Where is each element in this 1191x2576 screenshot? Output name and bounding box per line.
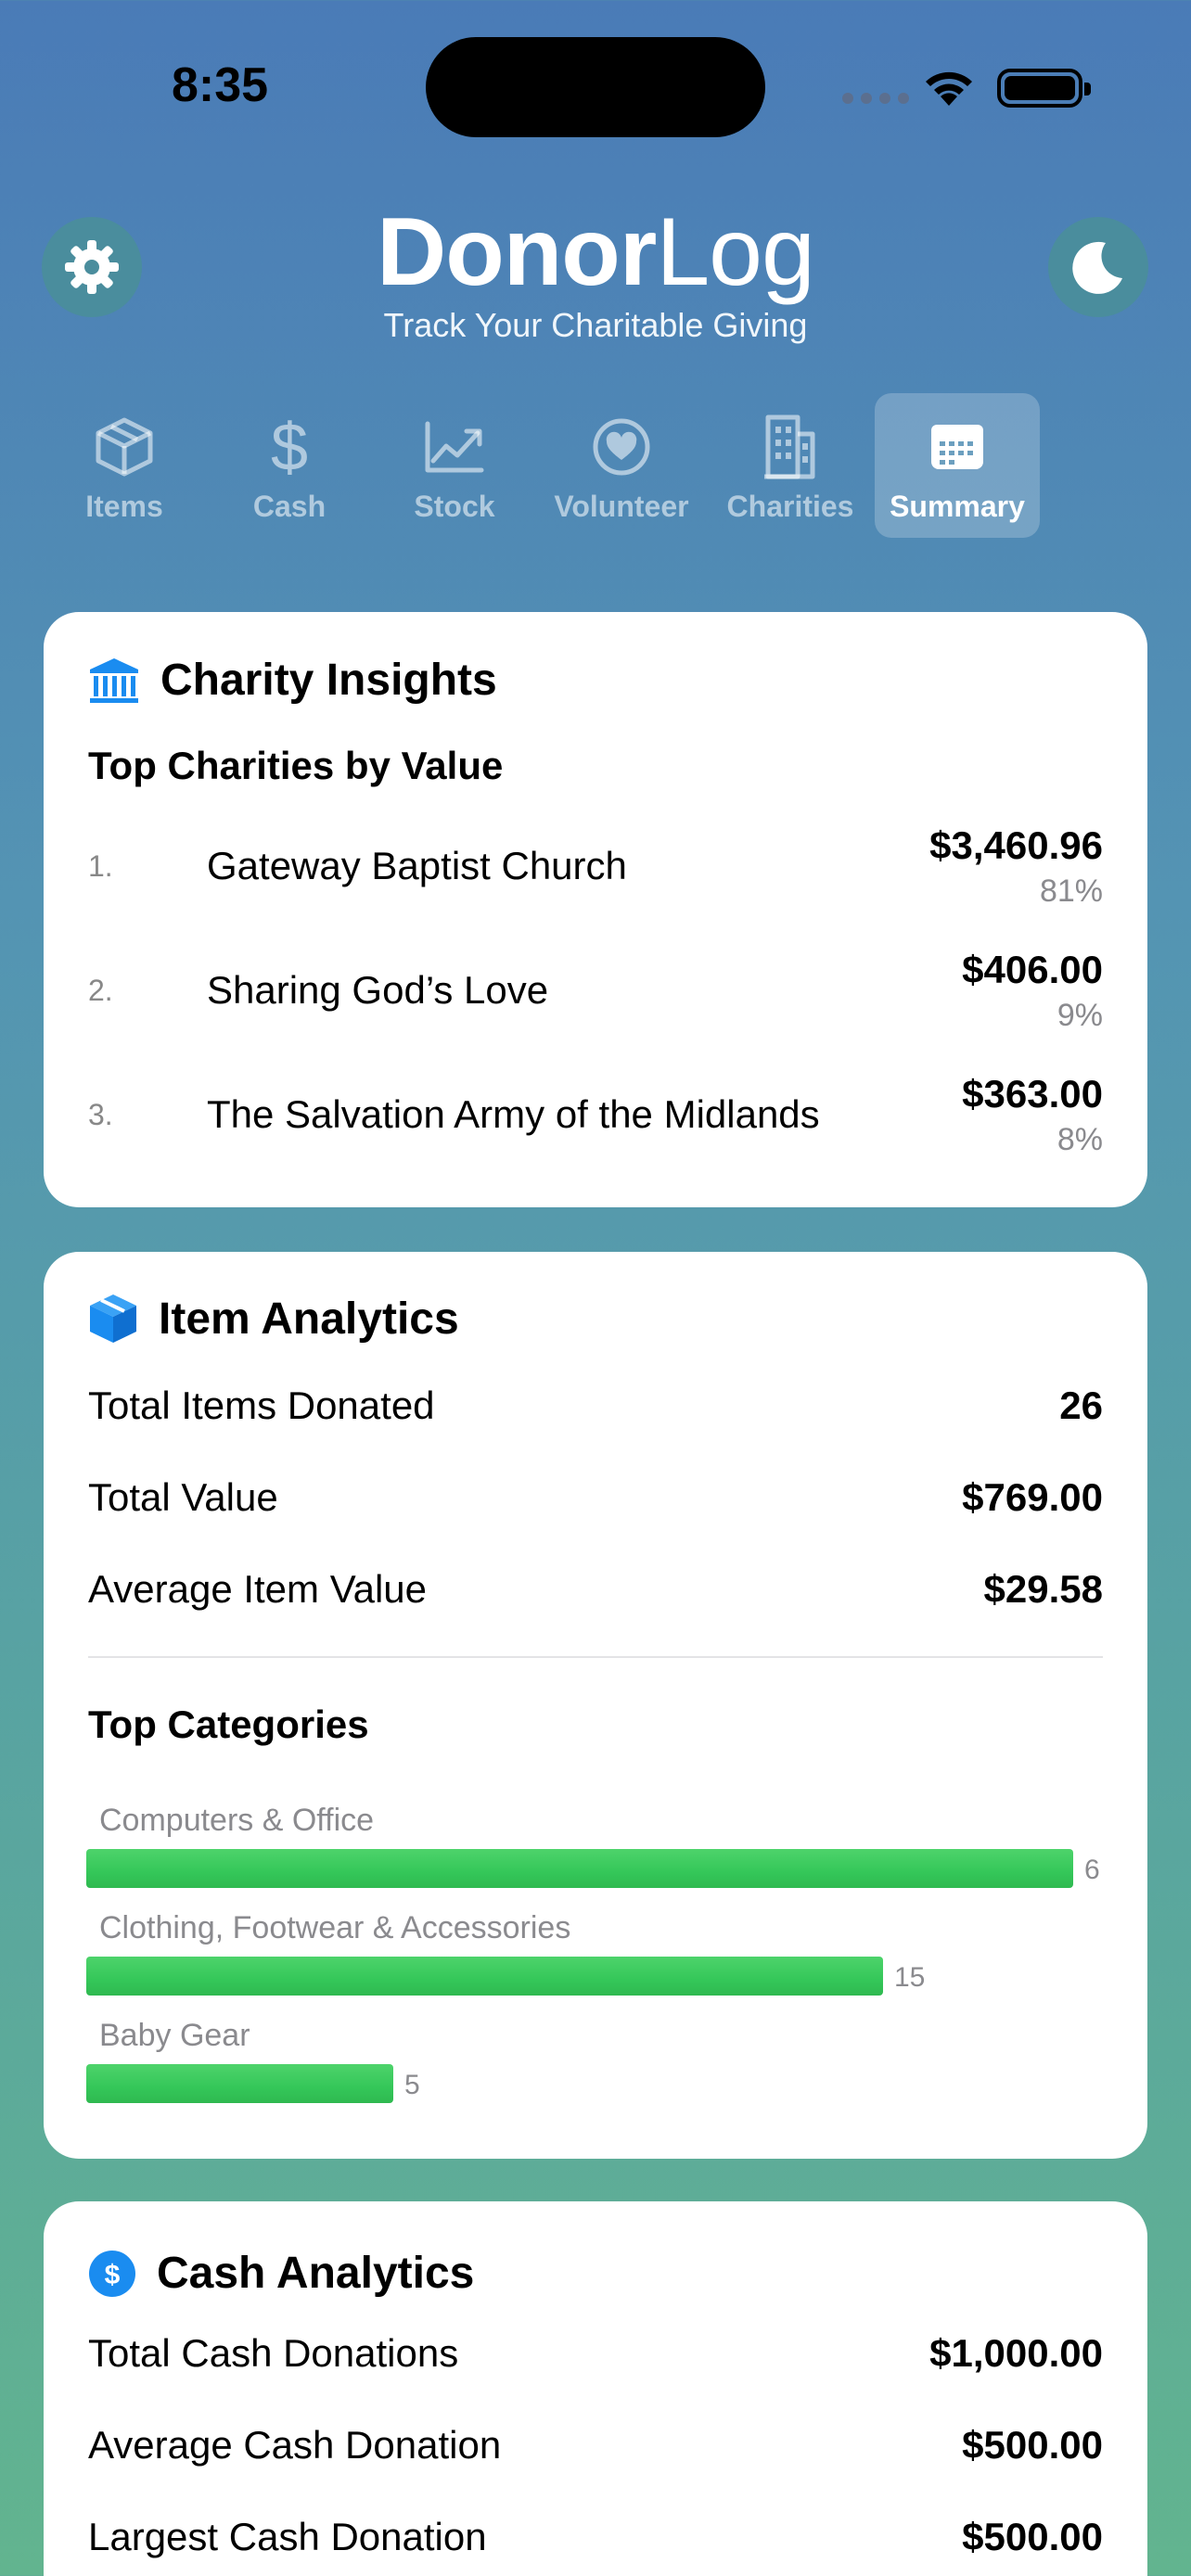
charity-row[interactable]: 3. The Salvation Army of the Midlands $3…	[88, 1072, 1103, 1174]
category-bar	[86, 2064, 393, 2103]
stat-value: $29.58	[983, 1567, 1103, 1611]
svg-text:$: $	[271, 414, 308, 479]
app-subtitle: Track Your Charitable Giving	[383, 306, 808, 344]
card-title: Cash Analytics	[157, 2249, 475, 2298]
category-count: 6	[1084, 1855, 1100, 1885]
stat-row: Total Items Donated 26	[88, 1384, 1103, 1439]
calendar-icon	[931, 425, 983, 469]
category-label: Computers & Office	[99, 1803, 375, 1838]
dollar-icon: $	[271, 414, 308, 479]
charity-percent: 81%	[1039, 874, 1103, 909]
category-count: 15	[894, 1962, 926, 1993]
stat-label: Average Cash Donation	[88, 2423, 502, 2467]
app-title: DonorLog	[377, 198, 815, 306]
charity-percent: 8%	[1057, 1122, 1103, 1157]
stat-label: Total Cash Donations	[88, 2331, 459, 2375]
stat-label: Average Item Value	[88, 1567, 427, 1611]
card-title: Charity Insights	[160, 656, 497, 705]
tab-volunteer[interactable]: Volunteer	[539, 393, 704, 538]
cellular-signal-icon	[842, 93, 909, 104]
card-header: Item Analytics	[88, 1293, 459, 1345]
stat-row: Average Item Value $29.58	[88, 1567, 1103, 1623]
category-count: 5	[404, 2070, 420, 2100]
tab-items[interactable]: Items	[42, 393, 207, 538]
stat-row: Total Cash Donations $1,000.00	[88, 2331, 1103, 2387]
item-analytics-card: Item Analytics Total Items Donated 26 To…	[44, 1252, 1147, 2159]
dollar-circle-icon: $	[89, 2250, 135, 2297]
stat-value: $1,000.00	[929, 2331, 1103, 2375]
stat-row: Total Value $769.00	[88, 1475, 1103, 1531]
charity-name: Sharing God’s Love	[207, 968, 549, 1012]
charity-row[interactable]: 2. Sharing God’s Love $406.00 9%	[88, 948, 1103, 1050]
stat-label: Largest Cash Donation	[88, 2515, 487, 2558]
category-bar	[86, 1957, 883, 1996]
tab-summary[interactable]: Summary	[875, 393, 1040, 538]
stat-row: Largest Cash Donation $500.00	[88, 2515, 1103, 2570]
stat-value: $500.00	[962, 2423, 1103, 2467]
stat-value: $769.00	[962, 1475, 1103, 1519]
charity-percent: 9%	[1057, 998, 1103, 1033]
charity-name: Gateway Baptist Church	[207, 844, 627, 887]
section-title: Top Charities by Value	[88, 744, 504, 787]
dynamic-island	[426, 37, 765, 137]
building-icon	[764, 414, 815, 479]
box-icon	[96, 417, 153, 477]
category-label: Baby Gear	[99, 2018, 250, 2053]
heart-icon	[593, 418, 650, 476]
stat-label: Total Value	[88, 1475, 278, 1519]
tab-bar: Items $ Cash Stock Volunteer Charities S…	[0, 393, 1191, 538]
charity-name: The Salvation Army of the Midlands	[207, 1092, 820, 1136]
charity-amount: $406.00	[962, 948, 1103, 991]
bank-icon	[90, 657, 138, 703]
status-time: 8:35	[172, 58, 269, 112]
stat-value: $500.00	[962, 2515, 1103, 2558]
charity-insights-card: Charity Insights Top Charities by Value …	[44, 612, 1147, 1207]
tab-stock[interactable]: Stock	[372, 393, 537, 538]
cash-analytics-card: $ Cash Analytics Total Cash Donations $1…	[44, 2201, 1147, 2576]
card-header: $ Cash Analytics	[88, 2248, 474, 2299]
status-bar: 8:35	[0, 0, 1191, 176]
chart-line-icon	[425, 421, 484, 473]
section-title: Top Categories	[88, 1702, 369, 1746]
stat-value: 26	[1059, 1384, 1103, 1427]
card-header: Charity Insights	[88, 655, 497, 706]
charity-amount: $363.00	[962, 1072, 1103, 1116]
svg-text:$: $	[105, 2260, 121, 2290]
cube-icon	[90, 1294, 136, 1343]
app-header: DonorLog Track Your Charitable Giving	[0, 197, 1191, 345]
category-label: Clothing, Footwear & Accessories	[99, 1910, 571, 1945]
stat-row: Average Cash Donation $500.00	[88, 2423, 1103, 2479]
card-title: Item Analytics	[159, 1294, 459, 1344]
charity-row[interactable]: 1. Gateway Baptist Church $3,460.96 81%	[88, 823, 1103, 925]
wifi-icon	[926, 71, 972, 106]
tab-cash[interactable]: $ Cash	[207, 393, 372, 538]
tab-charities[interactable]: Charities	[708, 393, 873, 538]
battery-icon	[997, 69, 1091, 108]
stat-label: Total Items Donated	[88, 1384, 435, 1427]
charity-amount: $3,460.96	[929, 823, 1103, 867]
divider	[88, 1656, 1103, 1658]
category-bar	[86, 1849, 1073, 1888]
